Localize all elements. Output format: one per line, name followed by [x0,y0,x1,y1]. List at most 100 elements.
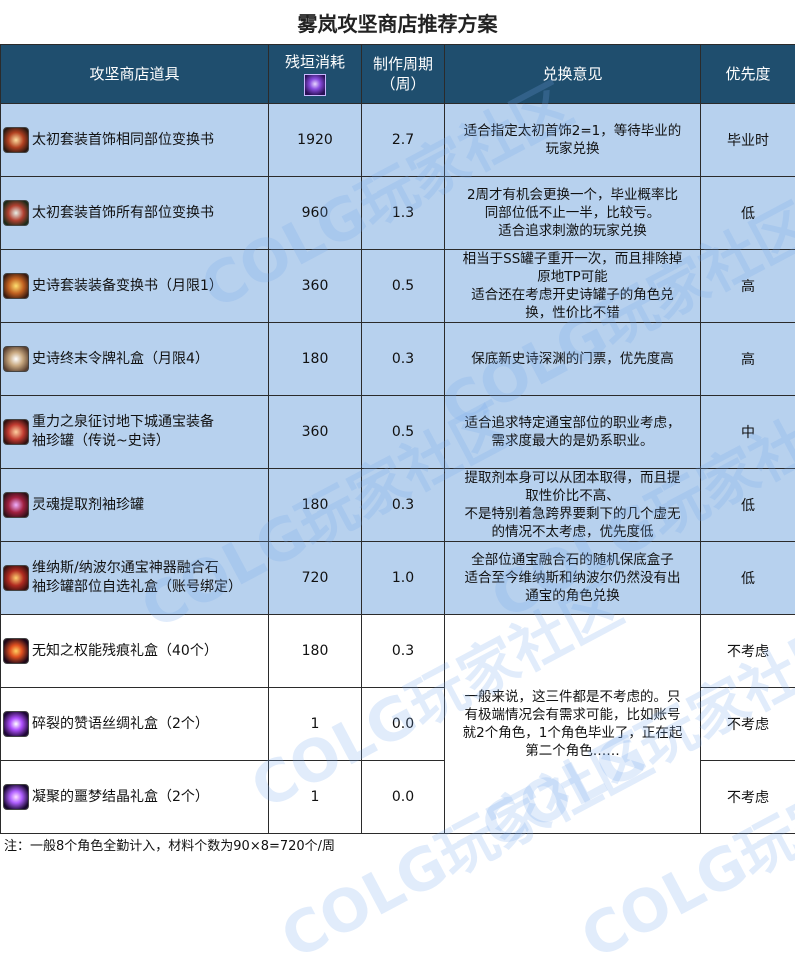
priority-cell: 不考虑 [701,688,795,761]
item-name-line: 袖珍罐部位自选礼盒（账号绑定） [32,578,242,597]
item-name-line: 重力之泉征讨地下城通宝装备 [32,413,214,432]
period-cell: 0.5 [362,396,445,469]
item-name: 维纳斯/纳波尔通宝神器融合石袖珍罐部位自选礼盒（账号绑定） [32,559,242,597]
token-box-icon [3,346,29,372]
period-cell: 0.3 [362,323,445,396]
footnote: 注：一般8个角色全勤计入，材料个数为90×8=720个/周 [4,835,335,854]
item-name: 灵魂提取剂袖珍罐 [32,496,144,515]
cost-cell: 1 [269,761,362,834]
period-cell: 0.5 [362,250,445,323]
item-cell: 太初套装首饰所有部位变换书 [1,177,269,250]
advice-line: 的情况不太考虑，优先度低 [445,523,700,541]
priority-cell: 毕业时 [701,104,795,177]
advice-line: 原地TP可能 [445,268,700,286]
item-name: 太初套装首饰相同部位变换书 [32,131,214,150]
item-cell: 重力之泉征讨地下城通宝装备袖珍罐（传说~史诗） [1,396,269,469]
cost-cell: 180 [269,469,362,542]
purple-crystal-icon [304,74,326,96]
header-period-line2: （周） [362,74,444,94]
advice-line: 就2个角色，1个角色毕业了，正在起 [445,724,700,742]
cost-cell: 180 [269,615,362,688]
fusion-stone-box-icon [3,565,29,591]
item-cell: 史诗套装装备变换书（月限1） [1,250,269,323]
advice-cell: 适合追求特定通宝部位的职业考虑，需求度最大的是奶系职业。 [445,396,701,469]
item-name-line: 维纳斯/纳波尔通宝神器融合石 [32,559,242,578]
advice-line: 适合至今维纳斯和纳波尔仍然没有出 [445,569,700,587]
header-advice: 兑换意见 [445,45,701,104]
item-name: 史诗终末令牌礼盒（月限4） [32,350,209,369]
advice-line: 需求度最大的是奶系职业。 [445,432,700,450]
advice-line: 玩家兑换 [445,140,700,158]
advice-line: 全部位通宝融合石的随机保底盒子 [445,551,700,569]
header-cost-label: 残垣消耗 [285,52,345,72]
item-cell: 碎裂的赞语丝绸礼盒（2个） [1,688,269,761]
table-row: 无知之权能残痕礼盒（40个）1800.3一般来说，这三件都是不考虑的。只有极端情… [1,615,795,688]
table-row: 重力之泉征讨地下城通宝装备袖珍罐（传说~史诗）3600.5适合追求特定通宝部位的… [1,396,795,469]
advice-line: 适合指定太初首饰2=1，等待毕业的 [445,122,700,140]
jar-icon [3,419,29,445]
advice-line: 适合追求刺激的玩家兑换 [445,222,700,240]
item-name: 无知之权能残痕礼盒（40个） [32,642,218,661]
exchange-book-icon [3,200,29,226]
header-cost: 残垣消耗 [269,45,362,104]
table-row: 太初套装首饰相同部位变换书 19202.7适合指定太初首饰2=1，等待毕业的玩家兑… [1,104,795,177]
item-name: 重力之泉征讨地下城通宝装备袖珍罐（传说~史诗） [32,413,214,451]
advice-line: 适合追求特定通宝部位的职业考虑， [445,414,700,432]
nightmare-crystal-icon [3,784,29,810]
item-cell: 灵魂提取剂袖珍罐 [1,469,269,542]
page-title: 雾岚攻坚商店推荐方案 [0,0,795,44]
table-row: 史诗终末令牌礼盒（月限4） 1800.3保底新史诗深渊的门票，优先度高高 [1,323,795,396]
advice-cell: 保底新史诗深渊的门票，优先度高 [445,323,701,396]
period-cell: 1.3 [362,177,445,250]
advice-line: 不是特别着急跨界要剩下的几个虚无 [445,505,700,523]
cost-cell: 1 [269,688,362,761]
period-cell: 0.0 [362,688,445,761]
priority-cell: 高 [701,323,795,396]
advice-line: 有极端情况会有需求可能，比如账号 [445,706,700,724]
item-name: 史诗套装装备变换书（月限1） [32,277,223,296]
advice-cell: 一般来说，这三件都是不考虑的。只有极端情况会有需求可能，比如账号就2个角色，1个… [445,615,701,834]
table-row: 灵魂提取剂袖珍罐 1800.3提取剂本身可以从团本取得，而且提取性价比不高、不是特… [1,469,795,542]
cost-cell: 960 [269,177,362,250]
advice-line: 适合还在考虑开史诗罐子的角色兑 [445,286,700,304]
priority-cell: 中 [701,396,795,469]
priority-cell: 低 [701,469,795,542]
cost-cell: 1920 [269,104,362,177]
item-cell: 凝聚的噩梦结晶礼盒（2个） [1,761,269,834]
priority-cell: 高 [701,250,795,323]
period-cell: 0.0 [362,761,445,834]
advice-cell: 相当于SS罐子重开一次，而且排除掉原地TP可能适合还在考虑开史诗罐子的角色兑换，… [445,250,701,323]
advice-line: 通宝的角色兑换 [445,587,700,605]
soul-jar-icon [3,492,29,518]
silk-box-icon [3,711,29,737]
item-cell: 维纳斯/纳波尔通宝神器融合石袖珍罐部位自选礼盒（账号绑定） [1,542,269,615]
period-cell: 0.3 [362,615,445,688]
advice-cell: 提取剂本身可以从团本取得，而且提取性价比不高、不是特别着急跨界要剩下的几个虚无的… [445,469,701,542]
advice-line: 同部位低不止一半，比较亏。 [445,204,700,222]
advice-cell: 2周才有机会更换一个，毕业概率比同部位低不止一半，比较亏。适合追求刺激的玩家兑换 [445,177,701,250]
period-cell: 1.0 [362,542,445,615]
cost-cell: 720 [269,542,362,615]
cost-cell: 360 [269,250,362,323]
table-row: 维纳斯/纳波尔通宝神器融合石袖珍罐部位自选礼盒（账号绑定） 7201.0全部位通宝… [1,542,795,615]
item-name: 太初套装首饰所有部位变换书 [32,204,214,223]
cost-cell: 180 [269,323,362,396]
period-cell: 0.3 [362,469,445,542]
priority-cell: 不考虑 [701,761,795,834]
item-name: 碎裂的赞语丝绸礼盒（2个） [32,715,209,734]
advice-line: 保底新史诗深渊的门票，优先度高 [445,350,700,368]
fire-orb-icon [3,638,29,664]
item-cell: 史诗终末令牌礼盒（月限4） [1,323,269,396]
item-name: 凝聚的噩梦结晶礼盒（2个） [32,788,209,807]
table-row: 史诗套装装备变换书（月限1） 3600.5相当于SS罐子重开一次，而且排除掉原地T… [1,250,795,323]
priority-cell: 不考虑 [701,615,795,688]
item-cell: 无知之权能残痕礼盒（40个） [1,615,269,688]
header-item: 攻坚商店道具 [1,45,269,104]
epic-book-icon [3,273,29,299]
period-cell: 2.7 [362,104,445,177]
advice-line: 换，性价比不错 [445,304,700,322]
advice-line: 第二个角色…… [445,742,700,760]
priority-cell: 低 [701,177,795,250]
advice-line: 取性价比不高、 [445,487,700,505]
advice-line: 相当于SS罐子重开一次，而且排除掉 [445,250,700,268]
